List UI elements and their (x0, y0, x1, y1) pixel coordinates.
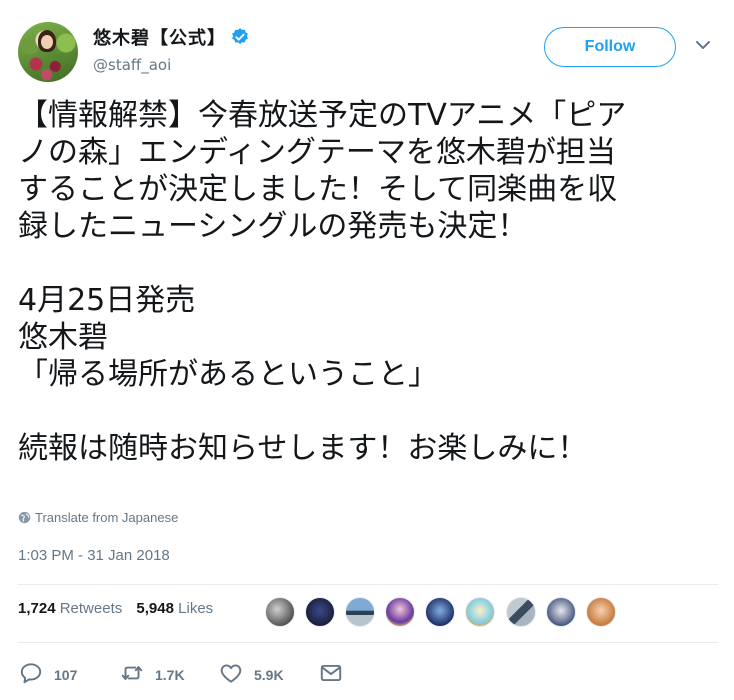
tweet-line: 「帰る場所があるということ」 (18, 357, 438, 392)
follow-button[interactable]: Follow (544, 27, 676, 67)
tweet-line: 録したニューシングルの発売も決定！ (18, 209, 528, 244)
divider (18, 584, 718, 585)
liker-avatar[interactable] (385, 597, 416, 627)
liker-avatar[interactable] (425, 597, 456, 627)
tweet-line: 【情報解禁】今春放送予定のTVアニメ「ピア (18, 98, 627, 133)
liker-avatar[interactable] (265, 597, 295, 627)
divider (18, 642, 718, 643)
reply-icon (20, 663, 42, 684)
tweet-line: 悠木碧 (18, 320, 108, 355)
tweet-text: 【情報解禁】今春放送予定のTVアニメ「ピア ノの森」エンディングテーマを悠木碧が… (18, 97, 718, 467)
retweets-label: Retweets (59, 600, 123, 617)
retweets-count: 1,724 (18, 600, 56, 617)
tweet-line: 4月25日発売 (18, 283, 196, 318)
likes-stat[interactable]: 5,948 Likes (136, 600, 213, 617)
tweet-header: 悠木碧【公式】 @staff_aoi Follow (18, 22, 718, 82)
retweet-icon (121, 666, 143, 680)
liker-avatars (265, 597, 621, 629)
heart-icon (220, 664, 242, 683)
translate-link[interactable]: Translate from Japanese (18, 510, 178, 525)
avatar-face (41, 35, 53, 49)
tweet-line: 続報は随時お知らせします！お楽しみに！ (18, 431, 588, 466)
retweets-stat[interactable]: 1,724 Retweets (18, 600, 122, 617)
like-count: 5.9K (254, 667, 284, 683)
liker-avatar[interactable] (585, 597, 616, 627)
tweet-stats: 1,724 Retweets 5,948 Likes (18, 600, 213, 617)
tweet-timestamp[interactable]: 1:03 PM - 31 Jan 2018 (18, 547, 170, 564)
liker-avatar[interactable] (305, 597, 336, 627)
chevron-down-icon[interactable] (696, 40, 710, 50)
tweet-line: することが決定しました！そして同楽曲を収 (18, 172, 618, 207)
tweet-line: ノの森」エンディングテーマを悠木碧が担当 (18, 135, 616, 170)
liker-avatar[interactable] (545, 597, 576, 627)
liker-avatar[interactable] (505, 597, 536, 627)
likes-label: Likes (178, 600, 214, 617)
globe-icon (18, 511, 31, 524)
avatar[interactable] (18, 22, 78, 82)
liker-avatar[interactable] (465, 597, 496, 627)
likes-count: 5,948 (136, 600, 174, 617)
user-handle[interactable]: @staff_aoi (93, 56, 250, 74)
reply-count: 107 (54, 667, 78, 683)
retweet-count: 1.7K (155, 667, 185, 683)
translate-label[interactable]: Translate from Japanese (35, 510, 178, 525)
envelope-icon (320, 664, 342, 682)
display-name[interactable]: 悠木碧【公式】 (93, 24, 226, 50)
liker-avatar[interactable] (345, 597, 376, 627)
user-name-block[interactable]: 悠木碧【公式】 @staff_aoi (93, 24, 250, 74)
verified-badge-icon (232, 28, 248, 44)
